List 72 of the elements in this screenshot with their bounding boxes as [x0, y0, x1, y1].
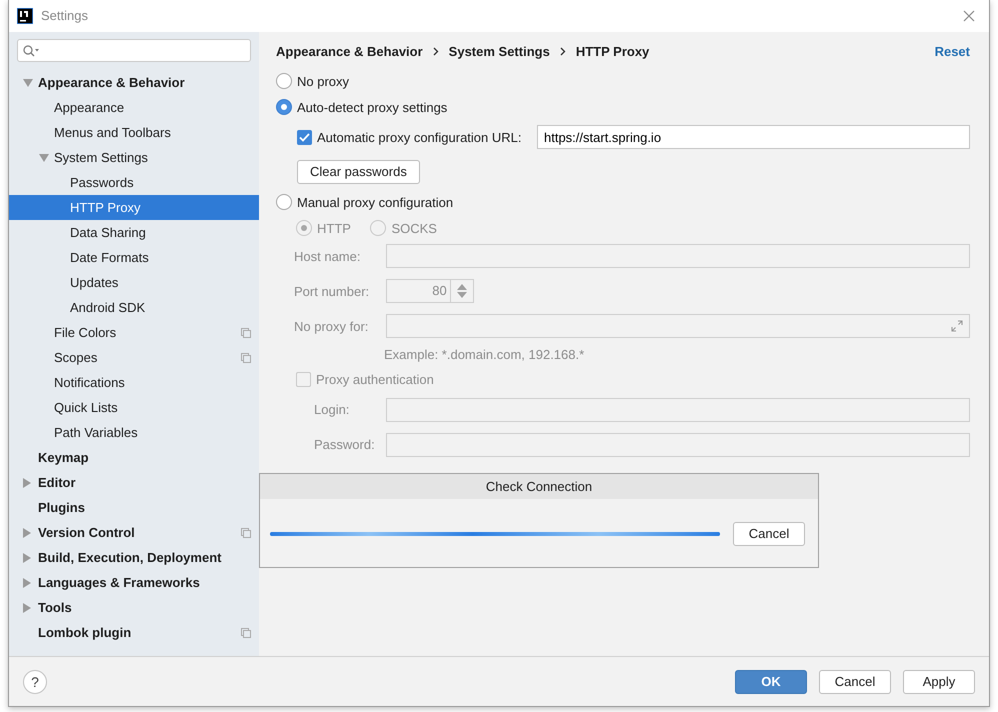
clear-passwords-button[interactable]: Clear passwords — [297, 160, 420, 184]
tree-item[interactable]: Plugins — [9, 495, 259, 520]
dialog-button[interactable]: OK — [735, 670, 807, 694]
tree-item[interactable]: Scopes — [9, 345, 259, 370]
breadcrumb-item[interactable]: System Settings — [448, 42, 550, 62]
expand-icon[interactable] — [951, 320, 963, 332]
chevron-icon — [432, 47, 439, 56]
cancel-button[interactable]: Cancel — [733, 522, 805, 546]
tree-item[interactable]: HTTP Proxy — [9, 195, 259, 220]
breadcrumb-item[interactable]: Appearance & Behavior — [276, 42, 423, 62]
tree-item[interactable]: Lombok plugin — [9, 620, 259, 645]
tree-item[interactable]: Menus and Toolbars — [9, 120, 259, 145]
field-label: Login: — [313, 401, 350, 419]
expanded-arrow-icon[interactable] — [39, 154, 49, 162]
tree-item[interactable]: Android SDK — [9, 295, 259, 320]
reset-link[interactable]: Reset — [934, 42, 970, 62]
example-hint: Example: *.domain.com, 192.168.* — [384, 346, 586, 364]
project-scope-icon — [241, 328, 251, 338]
tree-item[interactable]: Date Formats — [9, 245, 259, 270]
option-label[interactable]: No proxy — [297, 72, 350, 91]
tree-item[interactable]: Data Sharing — [9, 220, 259, 245]
field-label: Port number: — [294, 282, 370, 300]
url-field[interactable]: https://start.spring.io — [537, 125, 970, 150]
option-label[interactable]: Auto-detect proxy settings — [297, 98, 448, 117]
tree-item[interactable]: Version Control — [9, 520, 259, 545]
checkbox[interactable] — [297, 130, 312, 145]
tree-item[interactable]: Appearance & Behavior — [9, 70, 259, 95]
close-button[interactable] — [962, 10, 974, 22]
tree-item[interactable]: File Colors — [9, 320, 259, 345]
field-label: Password: — [313, 436, 376, 454]
dialog-title: Check Connection — [486, 478, 592, 496]
checkbox-label[interactable]: Automatic proxy configuration URL: — [317, 128, 522, 147]
expanded-arrow-icon[interactable] — [23, 78, 33, 86]
dialog-button[interactable]: Cancel — [819, 670, 891, 694]
tree-item[interactable]: Passwords — [9, 170, 259, 195]
dialog-button[interactable]: Apply — [903, 670, 975, 694]
chevron-icon — [560, 47, 566, 56]
tree-item[interactable]: Quick Lists — [9, 395, 259, 420]
collapsed-arrow-icon[interactable] — [23, 552, 31, 562]
tree-item[interactable]: Editor — [9, 470, 259, 495]
tree-item[interactable]: Notifications — [9, 370, 259, 395]
collapsed-arrow-icon[interactable] — [23, 478, 31, 488]
host-name-field[interactable] — [386, 244, 970, 268]
collapsed-arrow-icon[interactable] — [23, 528, 31, 538]
radio-button[interactable] — [276, 194, 292, 210]
search-field[interactable] — [17, 39, 251, 62]
tree-item[interactable]: Languages & Frameworks — [9, 570, 259, 595]
collapsed-arrow-icon[interactable] — [23, 578, 31, 588]
password-field[interactable] — [386, 432, 970, 457]
tree-item[interactable]: Build, Execution, Deployment — [9, 545, 259, 570]
project-scope-icon — [241, 528, 251, 538]
tree-item[interactable]: Updates — [9, 270, 259, 295]
tree-item[interactable]: Path Variables — [9, 420, 259, 445]
collapsed-arrow-icon[interactable] — [23, 602, 31, 612]
window-title: Settings — [41, 7, 88, 26]
tree-item[interactable]: System Settings — [9, 145, 259, 170]
field-label: No proxy for: — [294, 318, 370, 336]
tree-item[interactable]: Tools — [9, 595, 259, 620]
no-proxy-field[interactable] — [386, 314, 970, 338]
tree-item[interactable]: Appearance — [9, 95, 259, 120]
breadcrumb-item[interactable]: HTTP Proxy — [576, 42, 650, 62]
radio-button[interactable] — [276, 73, 292, 90]
login-field[interactable] — [386, 398, 970, 422]
help-button[interactable]: ? — [23, 670, 47, 694]
app-logo-icon — [17, 8, 33, 24]
project-scope-icon — [241, 352, 251, 362]
tree-item[interactable]: Keymap — [9, 445, 259, 470]
option-label[interactable]: Manual proxy configuration — [297, 192, 454, 212]
field-label: Host name: — [294, 248, 362, 266]
project-scope-icon — [241, 628, 251, 638]
search-icon — [23, 44, 41, 56]
radio-button[interactable] — [276, 99, 292, 116]
